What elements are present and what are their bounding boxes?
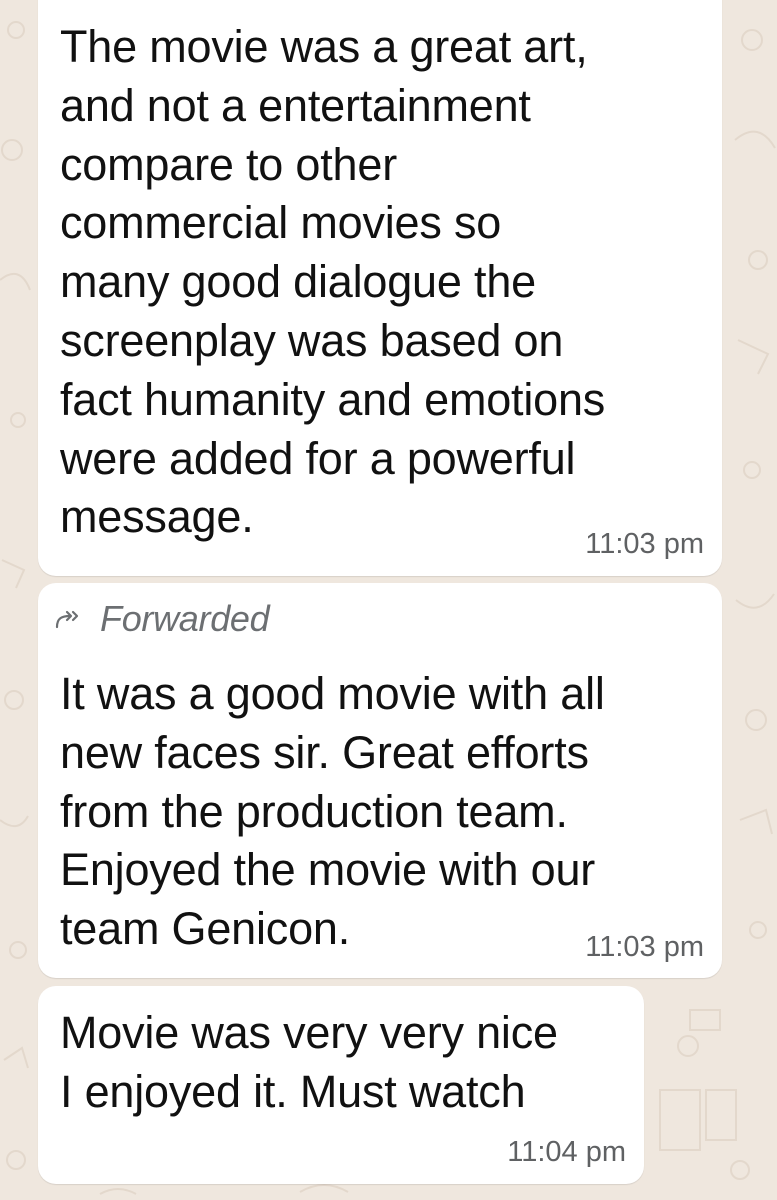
message-timestamp: 11:03 pm bbox=[585, 931, 704, 963]
message-text: The movie was a great art, and not a ent… bbox=[60, 21, 606, 543]
message-bubble[interactable]: Movie was very very nice I enjoyed it. M… bbox=[38, 986, 644, 1184]
message-timestamp: 11:03 pm bbox=[585, 528, 704, 560]
forward-arrow-icon bbox=[55, 610, 79, 629]
message-bubble-forwarded[interactable]: Forwarded It was a good movie with all n… bbox=[38, 583, 722, 978]
message-text: It was a good movie with all new faces s… bbox=[60, 668, 605, 955]
message-text: Movie was very very nice I enjoyed it. M… bbox=[60, 1007, 558, 1117]
message-timestamp: 11:04 pm bbox=[507, 1136, 626, 1168]
forwarded-label: Forwarded bbox=[100, 598, 270, 639]
forwarded-indicator: Forwarded bbox=[54, 597, 270, 641]
message-bubble[interactable]: The movie was a great art, and not a ent… bbox=[38, 0, 722, 576]
